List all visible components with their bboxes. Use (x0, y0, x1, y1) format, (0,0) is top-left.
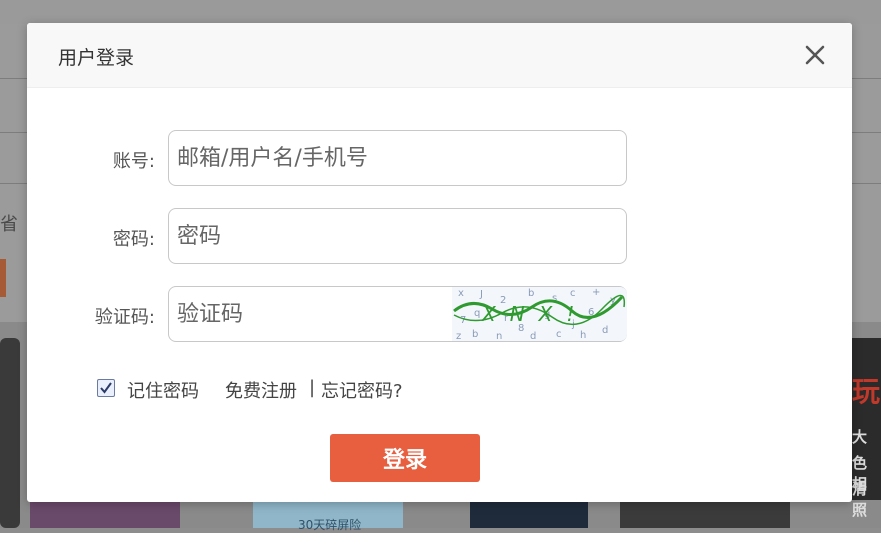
background-ad-line: 大 (852, 428, 868, 446)
link-separator: | (309, 377, 316, 398)
svg-text:x: x (458, 288, 464, 299)
svg-text:c: c (556, 329, 562, 340)
login-modal: 用户登录 账号: 密码: 验证码: xJ2 bsc +y 7qr 8gj 6d … (27, 23, 852, 502)
svg-text:d: d (530, 331, 536, 341)
captcha-label: 验证码: (94, 307, 155, 328)
captcha-image[interactable]: xJ2 bsc + y 7qr 8gj 6d zbn dch XNX! (452, 287, 627, 341)
captcha-text: XNX! (481, 302, 588, 326)
password-input[interactable] (168, 208, 627, 264)
svg-text:z: z (456, 331, 461, 341)
svg-text:b: b (472, 329, 478, 340)
checkmark-icon (100, 382, 112, 394)
account-input[interactable] (168, 130, 627, 186)
svg-text:b: b (528, 288, 534, 299)
background-orange-tab (0, 259, 6, 297)
background-sidebar-text: 省 (0, 214, 18, 235)
register-link[interactable]: 免费注册 (225, 377, 297, 403)
background-product-image (30, 500, 180, 528)
background-phone-image (0, 338, 20, 528)
svg-text:+: + (592, 287, 600, 298)
remember-label[interactable]: 记住密码 (127, 377, 199, 403)
login-button[interactable]: 登录 (330, 434, 480, 482)
forgot-password-link[interactable]: 忘记密码? (321, 377, 403, 403)
svg-text:d: d (602, 325, 608, 336)
remember-checkbox[interactable] (97, 379, 115, 397)
modal-title: 用户登录 (58, 47, 135, 69)
background-ad-line: 清照 (852, 480, 868, 519)
account-label: 账号: (112, 151, 155, 172)
modal-header: 用户登录 (27, 23, 852, 88)
svg-text:q: q (474, 308, 480, 319)
close-icon[interactable] (803, 43, 827, 67)
password-label: 密码: (112, 229, 155, 250)
background-ad-title: 玩 (852, 375, 881, 408)
svg-text:J: J (479, 289, 483, 300)
svg-text:7: 7 (460, 315, 466, 326)
background-tile-text: 30天碎屏险 (298, 518, 362, 532)
background-product-image (470, 500, 588, 528)
svg-text:c: c (570, 288, 576, 299)
svg-text:h: h (580, 330, 586, 341)
background-topbar (0, 0, 881, 24)
background-product-image (620, 500, 790, 528)
svg-text:n: n (496, 331, 502, 341)
